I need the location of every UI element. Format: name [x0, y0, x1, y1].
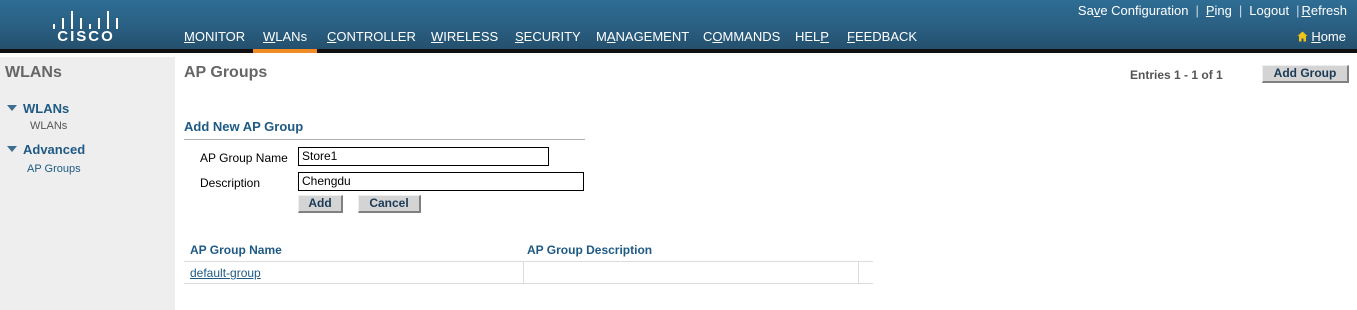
cisco-bars-icon — [51, 7, 121, 29]
cisco-logo: CISCO — [46, 6, 126, 48]
table-row-default-group-link[interactable]: default-group — [190, 266, 261, 280]
nav-security[interactable]: SECURITY — [515, 28, 581, 53]
nav-feedback[interactable]: FEEDBACK — [847, 28, 917, 53]
section-divider — [184, 139, 585, 140]
column-header-ap-group-name: AP Group Name — [190, 243, 282, 257]
logout-link[interactable]: Logout — [1249, 3, 1289, 18]
column-header-ap-group-description: AP Group Description — [527, 243, 653, 257]
home-icon — [1297, 31, 1308, 42]
cancel-button[interactable]: Cancel — [358, 195, 421, 213]
expand-triangle-icon — [7, 146, 17, 152]
add-button[interactable]: Add — [298, 195, 343, 213]
ping-link[interactable]: Ping — [1206, 3, 1232, 18]
add-ap-group-heading: Add New AP Group — [184, 119, 304, 134]
table-row-divider — [184, 283, 873, 284]
nav-management[interactable]: MANAGEMENT — [596, 28, 689, 53]
ap-group-name-label: AP Group Name — [200, 151, 288, 165]
sidebar-item-ap-groups[interactable]: AP Groups — [27, 163, 81, 175]
table-header-divider — [184, 261, 873, 262]
entries-count: Entries 1 - 1 of 1 — [1130, 68, 1223, 82]
top-header: CISCO MONITOR WLANs CONTROLLER WIRELESS … — [0, 0, 1357, 53]
nav-monitor[interactable]: MONITOR — [184, 28, 245, 53]
sidebar-title: WLANs — [5, 64, 62, 81]
refresh-link[interactable]: Refresh — [1301, 3, 1347, 18]
sidebar-section-wlans[interactable]: WLANs — [7, 101, 69, 116]
expand-triangle-icon — [7, 105, 17, 111]
logo-text: CISCO — [57, 28, 115, 45]
main-content: AP Groups Entries 1 - 1 of 1 Add Group A… — [175, 57, 1357, 310]
sidebar-item-wlans[interactable]: WLANs — [30, 120, 67, 132]
sidebar-section-advanced[interactable]: Advanced — [7, 142, 85, 157]
description-label: Description — [200, 176, 261, 190]
description-input[interactable]: Chengdu — [298, 172, 584, 191]
add-group-button[interactable]: Add Group — [1262, 65, 1349, 83]
save-configuration-link[interactable]: Save Configuration — [1078, 3, 1189, 18]
utility-links: Save Configuration | Ping | Logout | Refresh — [1077, 3, 1347, 18]
page-title: AP Groups — [184, 64, 268, 81]
nav-controller[interactable]: CONTROLLER — [327, 28, 416, 53]
nav-wireless[interactable]: WIRELESS — [431, 28, 498, 53]
ap-group-name-input[interactable]: Store1 — [298, 147, 549, 166]
sidebar: WLANs WLANs WLANs Advanced AP Groups — [0, 57, 175, 310]
table-column-divider — [858, 261, 859, 284]
nav-wlans[interactable]: WLANs — [252, 28, 318, 53]
nav-commands[interactable]: COMMANDS — [703, 28, 780, 53]
nav-help[interactable]: HELP — [795, 28, 829, 53]
table-column-divider — [523, 261, 524, 284]
home-link[interactable]: Home — [1297, 29, 1346, 44]
